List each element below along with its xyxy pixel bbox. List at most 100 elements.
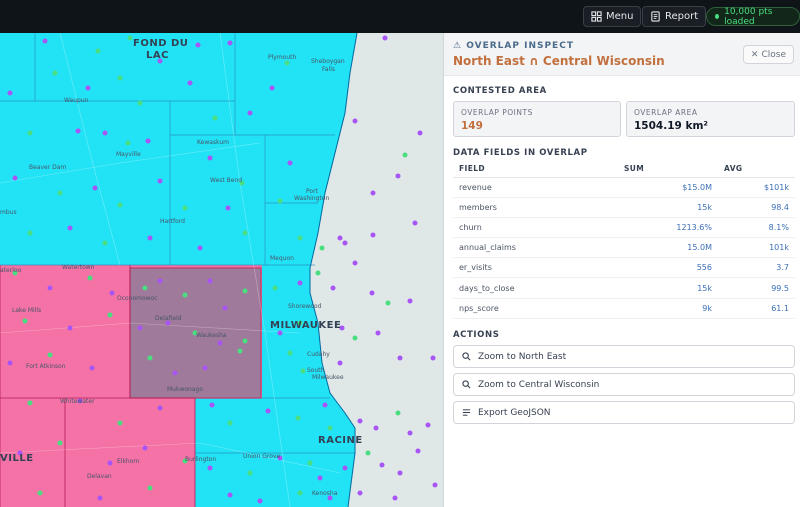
label-fort-atkinson: Fort Atkinson: [26, 363, 66, 370]
fields-table: FIELD SUM AVG revenue $15.0M $101k members…: [453, 160, 795, 319]
points-loaded-text: 10,000 pts loaded: [724, 6, 773, 27]
field-name: revenue: [453, 177, 618, 198]
label-sheboygan-2: Falls: [322, 66, 336, 73]
grid-icon: [591, 11, 602, 22]
overlap-inspect-panel: ⚠ OVERLAP INSPECT North East ∩ Central W…: [443, 33, 800, 507]
label-whitewater: Whitewater: [60, 398, 95, 405]
field-sum: 15k: [618, 277, 718, 299]
overlap-area-label: OVERLAP AREA: [634, 108, 698, 117]
field-sum: $15.0M: [618, 177, 718, 198]
panel-kicker-text: OVERLAP INSPECT: [466, 41, 574, 51]
label-racine: RACINE: [318, 435, 363, 446]
field-sum: 1213.6%: [618, 217, 718, 239]
label-delavan: Delavan: [87, 473, 112, 480]
table-header-row: FIELD SUM AVG: [453, 160, 795, 178]
label-delafield: Delafield: [155, 315, 182, 322]
report-button[interactable]: Report: [642, 6, 707, 27]
column-header-field: FIELD: [453, 160, 618, 178]
label-south-milwaukee: South: [307, 367, 325, 374]
label-oconomowoc: Oconomowoc: [117, 295, 158, 302]
label-mequon: Mequon: [270, 255, 294, 262]
points-loaded-badge: 10,000 pts loaded: [706, 6, 800, 27]
zoom-to-central-wisconsin-button[interactable]: Zoom to Central Wisconsin: [453, 373, 795, 396]
panel-header: ⚠ OVERLAP INSPECT North East ∩ Central W…: [444, 33, 800, 76]
field-name: nps_score: [453, 298, 618, 319]
contested-area-heading: CONTESTED AREA: [453, 86, 547, 96]
field-avg: $101k: [718, 177, 795, 198]
column-header-sum: SUM: [618, 160, 718, 178]
label-lake-mills: Lake Mills: [12, 307, 42, 314]
label-kewaskum: Kewaskum: [197, 139, 229, 146]
zoom-to-north-east-button[interactable]: Zoom to North East: [453, 345, 795, 368]
menu-label: Menu: [606, 11, 634, 22]
overlap-area-value: 1504.19 km²: [634, 120, 709, 132]
search-icon: [462, 352, 471, 361]
panel-title: North East ∩ Central Wisconsin: [453, 54, 665, 68]
table-row: er_visits 556 3.7: [453, 257, 795, 279]
close-label: Close: [761, 49, 786, 60]
top-bar: Menu Report 10,000 pts loaded: [0, 0, 800, 33]
fields-heading: DATA FIELDS IN OVERLAP: [453, 148, 588, 158]
label-hartford: Hartford: [160, 218, 185, 225]
label-fond-du-lac-2: LAC: [146, 50, 169, 61]
label-elkhorn: Elkhorn: [117, 458, 140, 465]
column-header-avg: AVG: [718, 160, 795, 178]
label-port-washington: Port: [306, 188, 318, 195]
field-sum: 556: [618, 257, 718, 279]
label-waterloo: aterloo: [0, 267, 22, 274]
warning-icon: ⚠: [453, 41, 463, 51]
table-row: annual_claims 15.0M 101k: [453, 237, 795, 259]
document-icon: [651, 11, 660, 22]
label-burlington: Burlington: [185, 456, 217, 463]
label-south-milwaukee-2: Milwaukee: [312, 374, 344, 381]
label-plymouth: Plymouth: [268, 54, 297, 61]
status-dot-icon: [715, 14, 720, 19]
label-waukesha: Waukesha: [196, 332, 227, 339]
label-port-washington-2: Washington: [294, 195, 330, 202]
field-name: er_visits: [453, 257, 618, 279]
label-fond-du-lac: FOND DU: [133, 38, 189, 49]
field-name: churn: [453, 217, 618, 239]
field-sum: 15k: [618, 197, 718, 218]
zoom-north-east-label: Zoom to North East: [478, 351, 567, 362]
label-columbus: mbus: [0, 209, 17, 216]
table-row: nps_score 9k 61.1: [453, 298, 795, 319]
label-mukwonago: Mukwonago: [167, 386, 203, 393]
export-geojson-button[interactable]: Export GeoJSON: [453, 401, 795, 424]
overlap-area-card: OVERLAP AREA 1504.19 km²: [626, 101, 795, 137]
label-west-bend: West Bend: [210, 177, 243, 184]
table-row: revenue $15.0M $101k: [453, 177, 795, 198]
report-label: Report: [665, 11, 699, 22]
field-sum: 9k: [618, 298, 718, 319]
label-beaver-dam: Beaver Dam: [29, 164, 67, 171]
label-kenosha: Kenosha: [312, 490, 338, 497]
table-row: members 15k 98.4: [453, 197, 795, 218]
actions-heading: ACTIONS: [453, 330, 500, 340]
map-canvas[interactable]: FOND DU LAC Plymouth Sheboygan Falls Wau…: [0, 33, 443, 507]
table-row: churn 1213.6% 8.1%: [453, 217, 795, 239]
field-name: annual_claims: [453, 237, 618, 259]
label-mayville: Mayville: [116, 151, 141, 158]
label-cudahy: Cudahy: [307, 351, 330, 358]
panel-kicker: ⚠ OVERLAP INSPECT: [453, 41, 574, 51]
label-milwaukee: MILWAUKEE: [270, 320, 342, 331]
close-button[interactable]: ✕ Close: [742, 45, 794, 64]
list-icon: [462, 409, 471, 416]
search-icon: [462, 380, 471, 389]
overlap-points-value: 149: [461, 120, 483, 132]
field-avg: 98.4: [718, 197, 795, 218]
table-row: days_to_close 15k 99.5: [453, 277, 795, 299]
overlap-points-card: OVERLAP POINTS 149: [453, 101, 621, 137]
menu-button[interactable]: Menu: [583, 6, 642, 27]
zoom-central-wisconsin-label: Zoom to Central Wisconsin: [478, 379, 600, 390]
export-geojson-label: Export GeoJSON: [478, 407, 551, 418]
overlap-points-label: OVERLAP POINTS: [461, 108, 533, 117]
field-name: days_to_close: [453, 277, 618, 299]
field-avg: 61.1: [718, 298, 795, 319]
field-name: members: [453, 197, 618, 218]
field-avg: 3.7: [718, 257, 795, 279]
label-janesville: VILLE: [0, 453, 34, 464]
label-shorewood: Shorewood: [288, 303, 322, 310]
label-waupun: Waupun: [64, 97, 89, 104]
label-watertown: Watertown: [62, 264, 95, 271]
